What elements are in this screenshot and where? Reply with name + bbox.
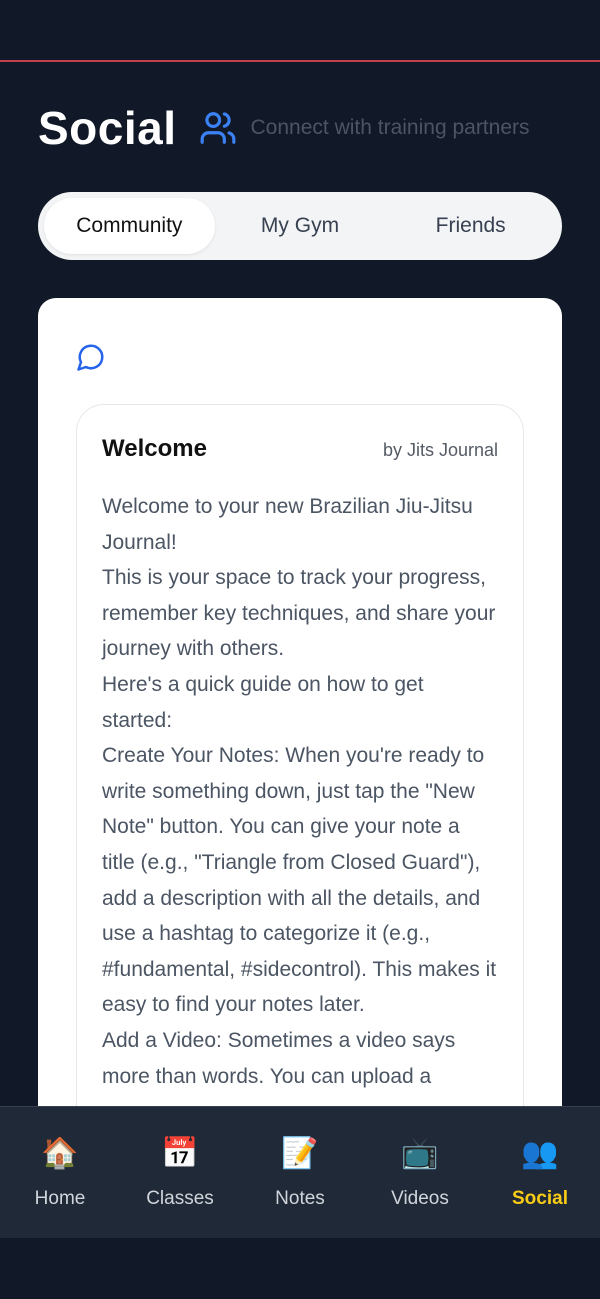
page-header: Social Connect with training partners — [38, 100, 578, 156]
nav-item-home[interactable]: 🏠 Home — [0, 1136, 120, 1210]
top-divider — [0, 60, 600, 62]
nav-item-social[interactable]: 👥 Social — [480, 1136, 600, 1210]
post-header: Welcome by Jits Journal — [102, 435, 498, 463]
nav-label: Home — [34, 1187, 86, 1209]
post-paragraph: This is your space to track your progres… — [102, 566, 496, 661]
bottom-nav: 🏠 Home 📅 Classes 📝 Notes 📺 Videos 👥 Soci… — [0, 1106, 600, 1238]
post-paragraph: Here's a quick guide on how to get start… — [102, 672, 424, 732]
community-feed: Welcome by Jits Journal Welcome to your … — [38, 298, 562, 1198]
nav-item-videos[interactable]: 📺 Videos — [360, 1136, 480, 1210]
nav-item-classes[interactable]: 📅 Classes — [120, 1136, 240, 1210]
post-author: by Jits Journal — [382, 440, 498, 460]
tab-community[interactable]: Community — [44, 198, 215, 254]
memo-icon: 📝 — [281, 1136, 319, 1170]
home-icon: 🏠 — [41, 1136, 79, 1170]
nav-label: Social — [512, 1187, 568, 1209]
nav-item-notes[interactable]: 📝 Notes — [240, 1136, 360, 1210]
post-paragraph: Welcome to your new Brazilian Jiu-Jitsu … — [102, 495, 473, 554]
tv-icon: 📺 — [401, 1136, 439, 1170]
page-title: Social — [38, 102, 177, 154]
nav-label: Classes — [146, 1187, 214, 1209]
social-tabs: Community My Gym Friends — [38, 192, 562, 260]
post-body: Welcome to your new Brazilian Jiu-Jitsu … — [102, 489, 498, 1094]
social-screen: Social Connect with training partners Co… — [0, 0, 600, 1299]
post-title: Welcome — [102, 435, 207, 462]
users-icon — [199, 108, 239, 148]
page-subtitle: Connect with training partners — [250, 116, 530, 139]
people-icon: 👥 — [521, 1136, 559, 1170]
post-paragraph: Create Your Notes: When you're ready to … — [102, 744, 497, 1017]
nav-label: Notes — [275, 1187, 325, 1209]
nav-label: Videos — [391, 1187, 449, 1209]
tab-my-gym[interactable]: My Gym — [215, 198, 386, 254]
tab-friends[interactable]: Friends — [385, 198, 556, 254]
calendar-icon: 📅 — [161, 1136, 199, 1170]
chat-bubble-icon — [76, 342, 106, 372]
post-paragraph: Add a Video: Sometimes a video says more… — [102, 1028, 456, 1088]
post-card[interactable]: Welcome by Jits Journal Welcome to your … — [76, 404, 524, 1198]
